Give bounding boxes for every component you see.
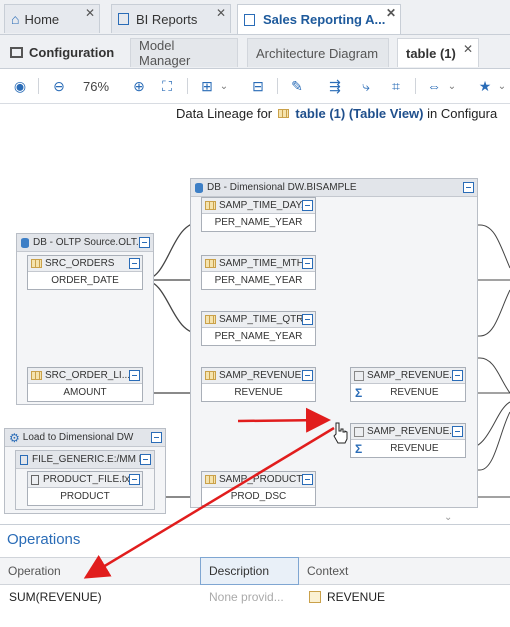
- red-arrow: [83, 426, 335, 579]
- annotation-arrows: [83, 407, 348, 579]
- red-arrow: [237, 407, 331, 433]
- hand-cursor-icon: [333, 422, 348, 444]
